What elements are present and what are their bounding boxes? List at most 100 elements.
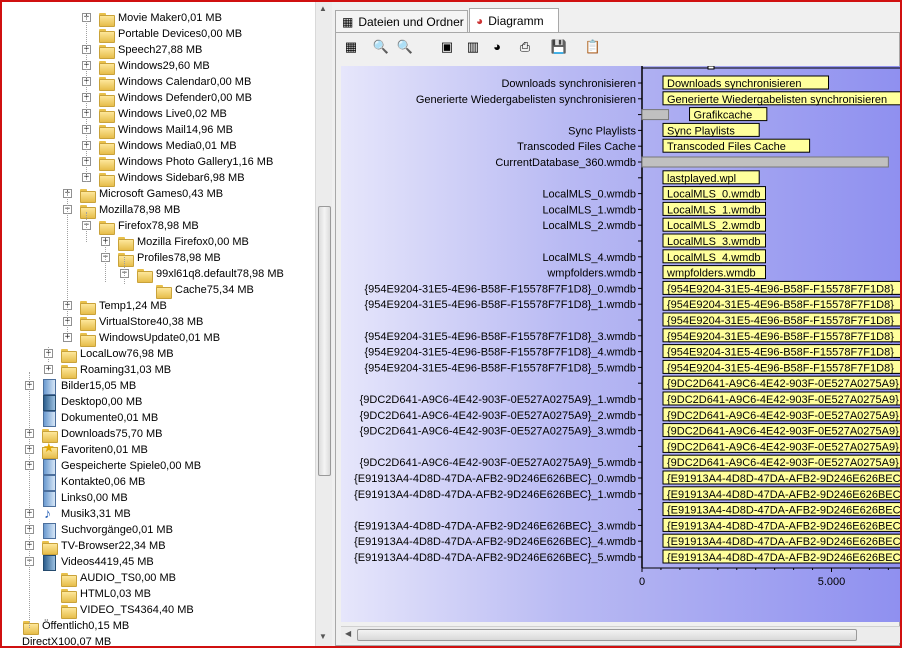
data-label: {9DC2D641-A9C6-4E42-903F-0E527A0275A9}_ xyxy=(667,426,900,438)
tree-item[interactable]: Bilder 15,05 MB xyxy=(41,378,136,395)
tree-item[interactable]: Temp 1,24 MB xyxy=(79,298,167,315)
category-label: {E91913A4-4D8D-47DA-AFB2-9D246E626BEC}_1… xyxy=(354,489,636,501)
tree-item[interactable]: Windows Media 0,01 MB xyxy=(98,138,237,155)
folder-icon xyxy=(98,139,115,155)
image-chart-icon: ▣ xyxy=(440,39,454,54)
tree-item-size: 0,00 MB xyxy=(210,92,252,104)
tree-item[interactable]: Mozilla 78,98 MB xyxy=(79,202,180,219)
tree-item[interactable]: Windows Sidebar 6,98 MB xyxy=(98,170,245,187)
zoom-in-button[interactable]: 🔍 xyxy=(370,36,392,58)
tree-item-label: Firefox xyxy=(118,220,152,232)
bar-chart-button[interactable]: ▥ xyxy=(462,36,484,58)
scroll-left-arrow-icon[interactable]: ◀ xyxy=(345,629,351,638)
zoom-out-button[interactable]: 🔍 xyxy=(394,36,416,58)
tree-item-label: Windows Defender xyxy=(118,92,211,104)
tree-item[interactable]: Firefox 78,98 MB xyxy=(98,218,199,235)
tree-item[interactable]: Dokumente 0,01 MB xyxy=(41,410,158,427)
tree-item[interactable]: LocalLow 76,98 MB xyxy=(60,346,174,363)
folder-icon xyxy=(98,155,115,171)
tree-item[interactable]: Musik 3,31 MB xyxy=(41,505,131,522)
tree-item[interactable]: Kontakte 0,06 MB xyxy=(41,474,146,491)
tree-item-size: 0,01 MB xyxy=(106,444,148,456)
data-label: {954E9204-31E5-4E96-B58F-F15578F7F1D8}_3… xyxy=(667,331,900,343)
data-label: Sync Playlists xyxy=(667,125,735,137)
tree-item[interactable]: Profiles 78,98 MB xyxy=(117,250,221,267)
tree-item[interactable]: AUDIO_TS 0,00 MB xyxy=(60,570,176,587)
tree-item[interactable]: Movie Maker 0,01 MB xyxy=(98,10,222,27)
tree-item[interactable]: DirectX 100,07 MB xyxy=(22,634,111,646)
tree-item[interactable]: Downloads 75,70 MB xyxy=(41,426,163,443)
category-label: Generierte Wiedergabelisten synchronisie… xyxy=(416,94,636,106)
data-label: lastplayed.wpl xyxy=(667,173,736,185)
data-label: {9DC2D641-A9C6-4E42-903F-0E527A0275A9}_ xyxy=(667,410,900,422)
tree-item[interactable]: Microsoft Games 0,43 MB xyxy=(79,186,223,203)
tree-item[interactable]: Windows Calendar 0,00 MB xyxy=(98,74,252,91)
tree-item[interactable]: Cache 75,34 MB xyxy=(155,282,254,299)
tree-item[interactable]: Roaming 31,03 MB xyxy=(60,362,171,379)
save-button[interactable]: 💾 xyxy=(548,36,570,58)
tree-item[interactable]: Speech 27,88 MB xyxy=(98,42,203,59)
tree-item[interactable]: Windows Live 0,02 MB xyxy=(98,106,227,123)
tree-item-size: 27,88 MB xyxy=(155,44,203,56)
tree-item[interactable]: Links 0,00 MB xyxy=(41,490,128,507)
tree-item[interactable]: 99xl61q8.default 78,98 MB xyxy=(136,266,284,283)
tree-item-label: Suchvorgänge xyxy=(61,524,132,536)
tree-item-size: 78,98 MB xyxy=(151,220,199,232)
clipboard-button[interactable]: 📋 xyxy=(582,36,604,58)
tree-item[interactable]: Gespeicherte Spiele 0,00 MB xyxy=(41,458,201,475)
tree-item[interactable]: Windows Defender 0,00 MB xyxy=(98,90,252,107)
data-label: {E91913A4-4D8D-47DA-AFB2-9D246E626BEC} xyxy=(667,473,900,485)
tree-item[interactable]: VirtualStore 40,38 MB xyxy=(79,314,203,331)
scroll-up-arrow-icon[interactable]: ▲ xyxy=(319,4,327,13)
tree-item-size: 78,98 MB xyxy=(236,268,284,280)
expand-icon[interactable]: + xyxy=(63,333,72,342)
bar-chart-icon: ▥ xyxy=(466,39,480,54)
category-label: {954E9204-31E5-4E96-B58F-F15578F7F1D8}_3… xyxy=(364,331,636,343)
data-label: {9DC2D641-A9C6-4E42-903F-0E527A0275A9}_ xyxy=(667,457,900,469)
tree-item-size: 0,00 MB xyxy=(201,28,243,40)
tree-item[interactable]: TV-Browser 22,34 MB xyxy=(41,538,166,555)
tree-item[interactable]: Windows Mail 14,96 MB xyxy=(98,122,233,139)
folder-tree[interactable]: + Movie Maker 0,01 MB Portable Devices 0,0… xyxy=(2,2,315,646)
folder-icon xyxy=(98,59,115,75)
scroll-down-arrow-icon[interactable]: ▼ xyxy=(319,632,327,641)
tree-item-label: Microsoft Games xyxy=(99,188,183,200)
chart-horizontal-scrollbar[interactable]: ◀ xyxy=(341,626,900,643)
tree-item[interactable]: Desktop 0,00 MB xyxy=(41,394,142,411)
tree-item-size: 0,00 MB xyxy=(210,76,252,88)
data-label: {954E9204-31E5-4E96-B58F-F15578F7F1D8}_1… xyxy=(667,299,900,311)
tree-item-size: 0,06 MB xyxy=(104,476,146,488)
tree-item[interactable]: Suchvorgänge 0,01 MB xyxy=(41,522,173,539)
print-button[interactable]: ⎙ xyxy=(514,36,536,58)
scroll-marker xyxy=(707,65,715,70)
tab-chart[interactable]: ◕ Diagramm xyxy=(469,8,559,32)
tree-item[interactable]: Windows 29,60 MB xyxy=(98,58,210,75)
tree-item[interactable]: WindowsUpdate 0,01 MB xyxy=(79,330,220,347)
tree-item[interactable]: VIDEO_TS 4364,40 MB xyxy=(60,602,194,619)
pie-chart-button[interactable]: ◕ xyxy=(486,36,508,58)
grid-view-button[interactable]: ▦ xyxy=(340,36,362,58)
library-folder-icon xyxy=(41,523,57,539)
tree-item-label: Windows xyxy=(118,60,163,72)
data-label: wmpfolders.wmdb xyxy=(666,268,756,280)
tree-item[interactable]: Windows Photo Gallery 1,16 MB xyxy=(98,154,273,171)
expand-icon[interactable]: + xyxy=(44,365,53,374)
category-label: {9DC2D641-A9C6-4E42-903F-0E527A0275A9}_1… xyxy=(360,394,636,406)
tree-item-label: HTML xyxy=(80,588,110,600)
tab-files-and-folders[interactable]: ▦ Dateien und Ordner xyxy=(335,10,468,32)
tree-item-label: Speech xyxy=(118,44,156,56)
data-label: {E91913A4-4D8D-47DA-AFB2-9D246E626BEC} xyxy=(667,520,900,532)
image-chart-button[interactable]: ▣ xyxy=(436,36,458,58)
tree-item[interactable]: Favoriten 0,01 MB xyxy=(41,440,148,459)
tree-item-label: Downloads xyxy=(61,428,116,440)
tree-vertical-scrollbar[interactable]: ▲ ▼ xyxy=(315,2,332,646)
tree-guide-line xyxy=(29,372,30,628)
tree-item[interactable]: Öffentlich 0,15 MB xyxy=(22,618,129,635)
tree-item[interactable]: HTML 0,03 MB xyxy=(60,586,151,603)
tree-scroll-thumb[interactable] xyxy=(318,206,331,476)
tree-item[interactable]: Portable Devices 0,00 MB xyxy=(98,26,243,43)
chart-scroll-thumb[interactable] xyxy=(357,629,857,641)
category-label: {9DC2D641-A9C6-4E42-903F-0E527A0275A9}_5… xyxy=(360,457,636,469)
tree-item[interactable]: Videos 4419,45 MB xyxy=(41,554,154,571)
tree-item[interactable]: Mozilla Firefox 0,00 MB xyxy=(117,234,249,251)
